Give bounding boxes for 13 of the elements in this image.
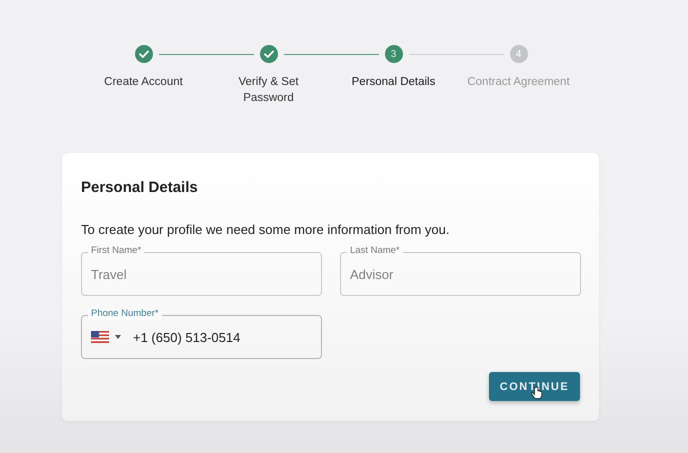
field-label: Phone Number*	[88, 308, 162, 320]
description: To create your profile we need some more information from you.	[81, 222, 451, 237]
step-label: Contract Agreement	[466, 75, 571, 90]
step-label: Create Account	[103, 75, 184, 90]
step-number: 3	[384, 45, 402, 63]
step-number: 4	[510, 45, 528, 63]
flag-icon[interactable]	[91, 331, 109, 343]
step-label: Verify & Set Password	[237, 75, 300, 106]
caret-icon[interactable]	[115, 335, 121, 339]
phone-field[interactable]: Phone Number* +1 (650) 513-0514	[81, 308, 322, 359]
card-title: Personal Details	[81, 179, 199, 196]
continue-button[interactable]: CONTINUE	[489, 372, 580, 401]
step-label: Personal Details	[350, 75, 436, 90]
